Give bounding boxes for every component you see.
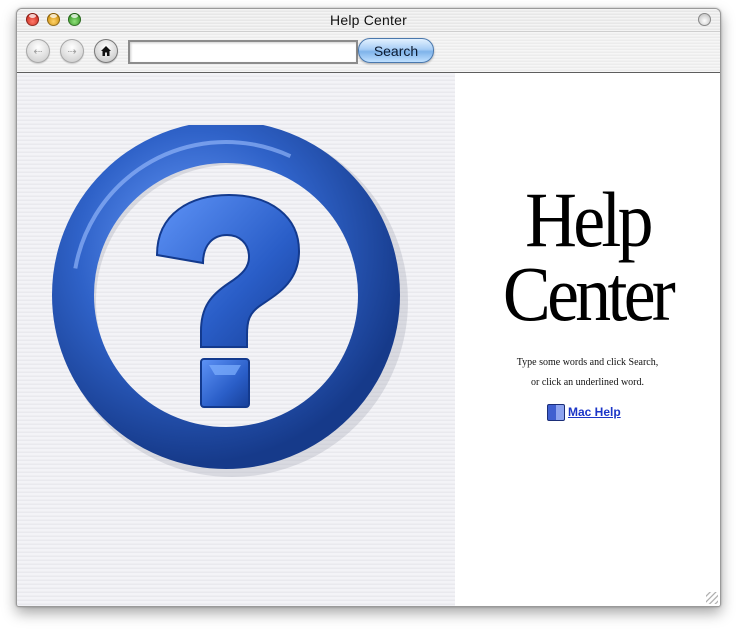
mac-help-link[interactable]: Mac Help xyxy=(568,405,621,419)
forward-button[interactable]: ⇢ xyxy=(60,39,84,63)
title-bar[interactable]: Help Center xyxy=(17,9,720,32)
back-arrow-icon: ⇠ xyxy=(33,44,43,58)
hero-title-line2: Center xyxy=(502,250,676,337)
home-icon xyxy=(101,46,111,56)
instruction-line2: or click an underlined word. xyxy=(530,377,645,388)
mac-help-link-row[interactable]: Mac Help xyxy=(547,403,621,421)
question-mark-ring-icon xyxy=(52,125,408,477)
hero-title-line1: Help xyxy=(525,176,653,263)
forward-arrow-icon: ⇢ xyxy=(67,44,77,58)
instruction-line1: Type some words and click Search, xyxy=(516,357,659,368)
instructions: Type some words and click Search, or cli… xyxy=(455,353,720,393)
toolbar: ⇠ ⇢ Search xyxy=(17,32,720,73)
search-input[interactable] xyxy=(128,40,358,64)
hero-title: Help Center xyxy=(466,176,710,337)
mac-help-book-icon xyxy=(547,403,565,421)
help-content: Help Center Type some words and click Se… xyxy=(17,73,720,606)
back-button[interactable]: ⇠ xyxy=(26,39,50,63)
resize-handle[interactable] xyxy=(706,592,718,604)
intro-pane: Help Center Type some words and click Se… xyxy=(455,73,720,606)
toolbar-toggle-button[interactable] xyxy=(698,13,711,26)
window-title: Help Center xyxy=(330,12,407,28)
logo-pane xyxy=(17,73,455,606)
home-button[interactable] xyxy=(94,39,118,63)
help-center-window: Help Center ⇠ ⇢ Search Help Center Type … xyxy=(16,8,721,607)
search-button[interactable]: Search xyxy=(358,38,434,63)
